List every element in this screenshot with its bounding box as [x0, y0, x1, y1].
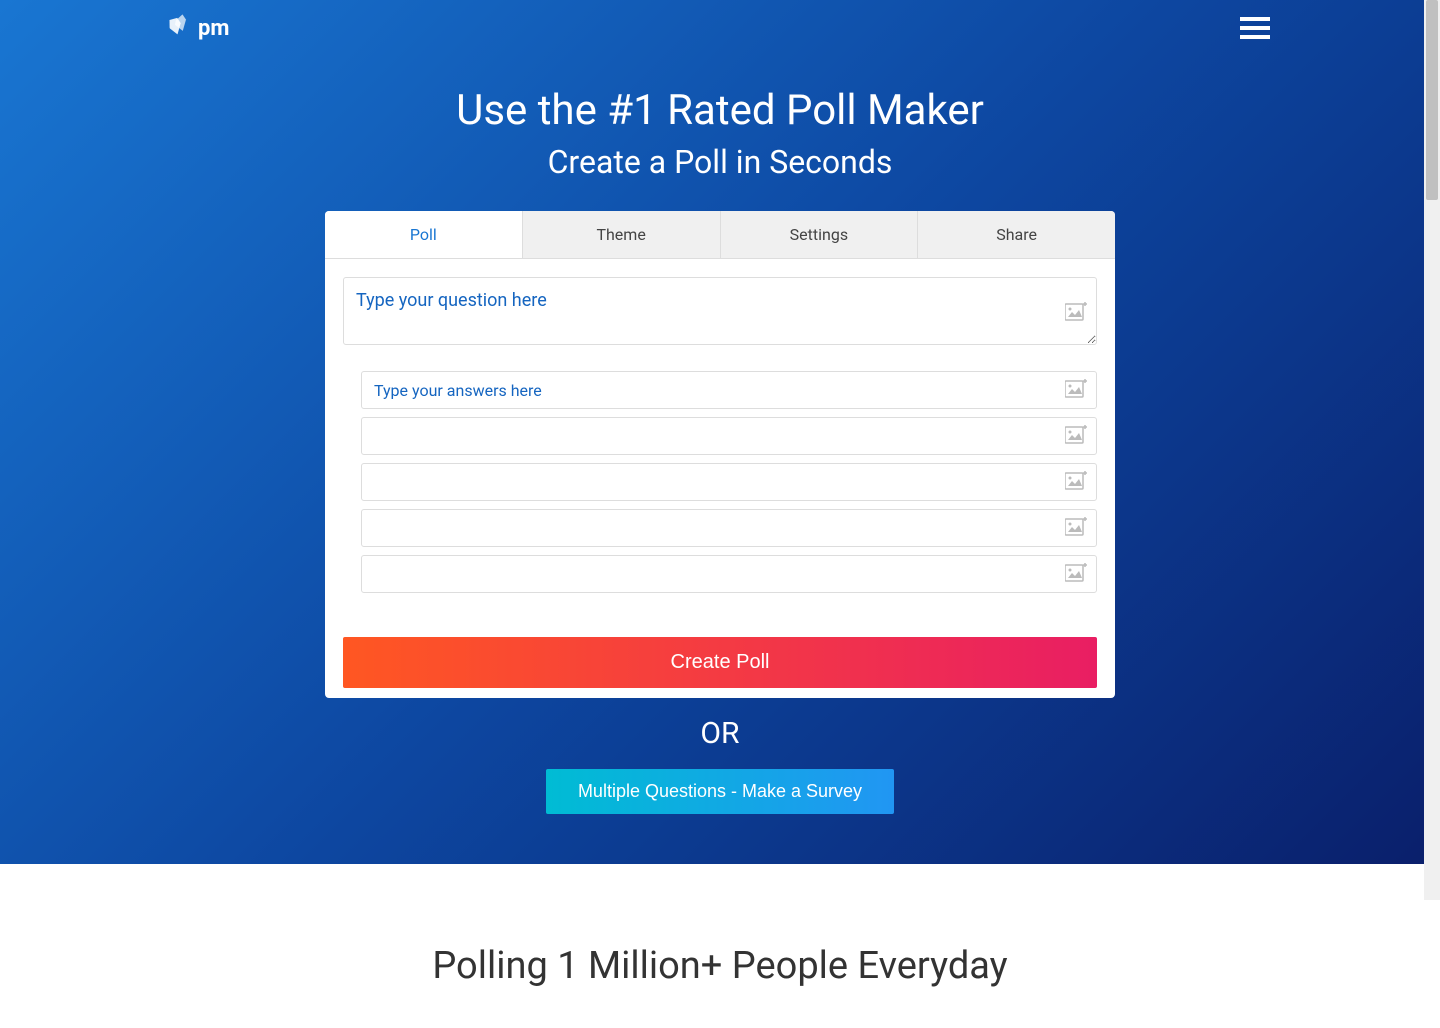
- answer-row: [361, 555, 1097, 593]
- answer-input-1[interactable]: [361, 371, 1097, 409]
- tab-settings[interactable]: Settings: [721, 211, 919, 258]
- make-survey-button[interactable]: Multiple Questions - Make a Survey: [546, 769, 894, 814]
- answer-row: [361, 371, 1097, 409]
- answer-input-3[interactable]: [361, 463, 1097, 501]
- answer-input-4[interactable]: [361, 509, 1097, 547]
- answer-row: [361, 463, 1097, 501]
- answer-input-2[interactable]: [361, 417, 1097, 455]
- answer-input-5[interactable]: [361, 555, 1097, 593]
- tab-theme[interactable]: Theme: [523, 211, 721, 258]
- scrollbar[interactable]: [1424, 0, 1440, 900]
- scrollbar-thumb[interactable]: [1426, 0, 1438, 200]
- hamburger-icon: [1240, 35, 1270, 39]
- add-image-icon[interactable]: [1065, 562, 1087, 586]
- stats-section: Polling 1 Million+ People Everyday: [0, 864, 1440, 1028]
- hamburger-icon: [1240, 26, 1270, 30]
- tab-share[interactable]: Share: [918, 211, 1115, 258]
- add-image-icon[interactable]: [1065, 301, 1087, 325]
- question-row: [343, 277, 1097, 349]
- menu-button[interactable]: [1240, 17, 1270, 39]
- logo[interactable]: pm: [170, 15, 229, 41]
- add-image-icon[interactable]: [1065, 470, 1087, 494]
- question-input[interactable]: [343, 277, 1097, 345]
- logo-text: pm: [198, 16, 229, 41]
- answer-row: [361, 509, 1097, 547]
- hero-content: Use the #1 Rated Poll Maker Create a Pol…: [0, 56, 1440, 814]
- answer-row: [361, 417, 1097, 455]
- page-title: Use the #1 Rated Poll Maker: [0, 86, 1440, 135]
- stats-title: Polling 1 Million+ People Everyday: [20, 944, 1420, 988]
- tab-poll[interactable]: Poll: [325, 211, 523, 258]
- page-subtitle: Create a Poll in Seconds: [0, 143, 1440, 181]
- or-divider: OR: [0, 716, 1440, 751]
- poll-card: Poll Theme Settings Share: [325, 211, 1115, 698]
- hero-section: pm Use the #1 Rated Poll Maker Create a …: [0, 0, 1440, 864]
- tabs: Poll Theme Settings Share: [325, 211, 1115, 259]
- header: pm: [0, 0, 1440, 56]
- add-image-icon[interactable]: [1065, 516, 1087, 540]
- add-image-icon[interactable]: [1065, 424, 1087, 448]
- poll-body: [325, 259, 1115, 619]
- hamburger-icon: [1240, 17, 1270, 21]
- create-poll-button[interactable]: Create Poll: [343, 637, 1097, 688]
- add-image-icon[interactable]: [1065, 378, 1087, 402]
- logo-icon: [167, 12, 197, 43]
- answers-list: [343, 371, 1097, 593]
